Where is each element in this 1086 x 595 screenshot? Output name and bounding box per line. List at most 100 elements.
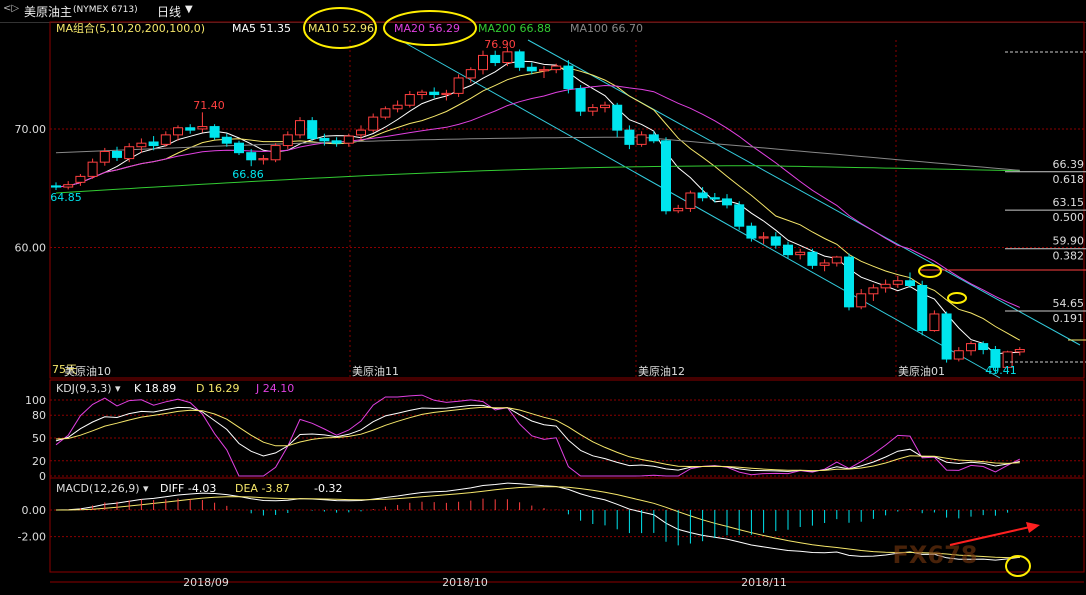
candle-body xyxy=(880,283,891,289)
contract-label: 美原油01 xyxy=(898,364,945,378)
macd-axis-label: 0.00 xyxy=(22,504,47,517)
date-axis-label: 2018/10 xyxy=(442,576,488,589)
candle-body xyxy=(343,135,354,144)
candle-body xyxy=(661,140,671,212)
candle-body xyxy=(368,116,379,131)
kdj-axis-label: 80 xyxy=(32,409,46,422)
candle-body xyxy=(75,175,86,183)
kdj-axis-label: 0 xyxy=(39,470,46,483)
ma-legend-value: MA20 56.29 xyxy=(394,22,460,35)
candle-body xyxy=(380,108,391,118)
macd-value: DEA -3.87 xyxy=(235,482,290,495)
kdj-value: J 24.10 xyxy=(255,382,294,395)
contract-label: 美原油10 xyxy=(64,364,111,378)
candle-body xyxy=(197,126,208,130)
candle-body xyxy=(136,142,147,148)
candle-body xyxy=(563,65,574,90)
macd-value: -0.32 xyxy=(314,482,342,495)
price-axis-label: 60.00 xyxy=(15,242,47,255)
price-annotation: 71.40 xyxy=(193,99,225,112)
candle-body xyxy=(795,251,806,256)
price-annotation: 66.86 xyxy=(232,168,264,181)
candle-body xyxy=(758,236,769,239)
macd-value: DIFF -4.03 xyxy=(160,482,216,495)
kdj-value: K 18.89 xyxy=(134,382,176,395)
candle-body xyxy=(734,204,745,227)
trend-arrow-line xyxy=(949,526,1031,546)
candle-body xyxy=(490,54,501,64)
fib-price-label: 59.90 xyxy=(1053,235,1085,248)
date-axis-label: 2018/11 xyxy=(741,576,787,589)
fib-price-label: 54.65 xyxy=(1053,297,1085,310)
highlight-macd-circle xyxy=(1005,555,1031,577)
candle-body xyxy=(63,184,74,188)
candle-body xyxy=(258,158,269,161)
contract-label: 美原油11 xyxy=(352,364,399,378)
candle-body xyxy=(319,137,330,142)
candle-body xyxy=(51,185,61,188)
candle-body xyxy=(124,146,135,160)
kdj-axis-label: 50 xyxy=(32,432,46,445)
macd-label: MACD(12,26,9) ▾ xyxy=(56,482,149,495)
candle-body xyxy=(905,280,915,286)
ma20-line xyxy=(55,84,1020,308)
candle-body xyxy=(941,313,952,360)
price-axis-label: 70.00 xyxy=(15,123,47,136)
candle-body xyxy=(514,51,525,68)
candle-body xyxy=(417,91,427,96)
candle-body xyxy=(307,120,318,139)
price-annotation: 76.90 xyxy=(484,38,516,51)
ma-legend-value: MA100 66.70 xyxy=(570,22,643,35)
candle-body xyxy=(783,244,793,256)
ma100-line xyxy=(55,136,1020,171)
candle-body xyxy=(636,134,647,145)
candle-body xyxy=(709,197,720,200)
price-annotation: 64.85 xyxy=(50,191,82,204)
macd-dea-line xyxy=(56,486,1020,559)
price-chart[interactable]: 66.39 0.618 63.15 0.500 59.90 0.382 54.65 0.191… xyxy=(0,0,1086,595)
candle-body xyxy=(173,127,183,136)
candle-body xyxy=(539,69,549,72)
candle-body xyxy=(892,280,903,285)
candle-body xyxy=(868,287,879,295)
candle-body xyxy=(917,284,928,332)
candle-body xyxy=(831,256,842,264)
fib-ratio-label: 0.191 xyxy=(1053,312,1085,325)
candle-body xyxy=(612,104,623,131)
candle-body xyxy=(246,152,257,161)
channel-lower-line xyxy=(399,39,1001,379)
candle-body xyxy=(929,313,940,332)
kdj-axis-label: 20 xyxy=(32,455,46,468)
candle-body xyxy=(465,69,476,79)
fib-price-label: 63.15 xyxy=(1053,196,1085,209)
candle-body xyxy=(770,236,781,246)
candle-body xyxy=(478,54,488,71)
fib-ratio-label: 0.382 xyxy=(1053,250,1085,263)
candle-body xyxy=(185,127,196,131)
candle-body xyxy=(356,129,366,136)
candle-body xyxy=(953,350,964,360)
candle-body xyxy=(441,92,452,96)
candle-body xyxy=(746,225,757,239)
ma-legend-value: MA10 52.96 xyxy=(308,22,374,35)
candle-body xyxy=(819,262,830,266)
candle-body xyxy=(99,150,110,163)
candle-body xyxy=(978,343,989,351)
candle-body xyxy=(502,51,513,64)
candle-body xyxy=(551,65,562,71)
candle-body xyxy=(1014,349,1025,353)
kdj-axis-label: 100 xyxy=(25,394,46,407)
candle-body xyxy=(404,94,415,106)
candle-body xyxy=(648,134,659,142)
fib-ratio-label: 0.500 xyxy=(1053,211,1085,224)
candle-body xyxy=(453,77,464,94)
fib-price-label: 66.39 xyxy=(1053,158,1085,171)
macd-axis-label: -2.00 xyxy=(18,531,46,544)
candle-body xyxy=(624,129,635,145)
ma-legend-value: MA5 51.35 xyxy=(232,22,291,35)
date-axis-label: 2018/09 xyxy=(183,576,229,589)
candle-body xyxy=(429,91,440,96)
candle-body xyxy=(685,192,696,209)
kdj-label: KDJ(9,3,3) ▾ xyxy=(56,382,121,395)
kdj-j-line xyxy=(55,394,1021,477)
